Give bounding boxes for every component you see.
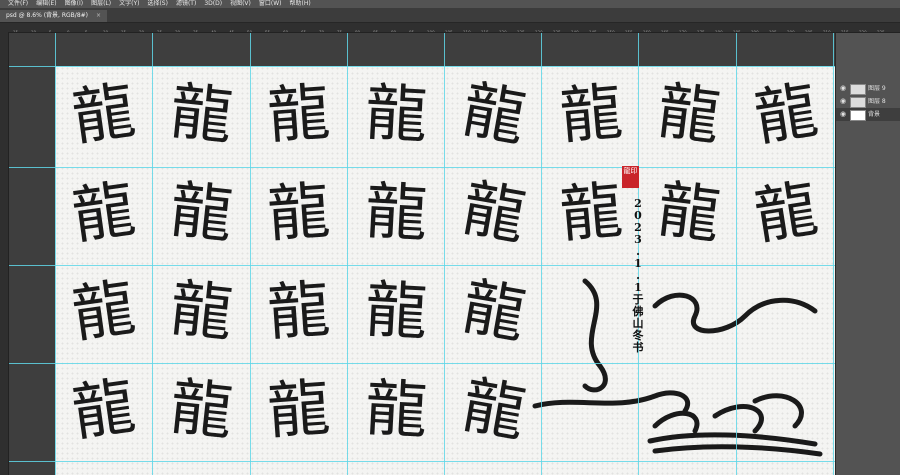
brush-stroke	[647, 432, 823, 457]
calligraphy-glyph: 龍	[265, 272, 332, 349]
menu-item[interactable]: 3D(D)	[204, 0, 222, 8]
brush-stroke	[652, 393, 804, 434]
menu-item[interactable]: 滤镜(T)	[176, 0, 196, 8]
calligraphy-glyph: 龍	[457, 171, 531, 254]
calligraphy-glyph: 龍	[557, 75, 625, 153]
vertical-guide[interactable]	[833, 33, 834, 475]
vertical-guide[interactable]	[736, 33, 737, 475]
horizontal-guide[interactable]	[9, 363, 835, 364]
close-icon[interactable]: ×	[96, 12, 101, 19]
calligraphy-glyph: 龍	[363, 174, 429, 250]
menu-item[interactable]: 文字(Y)	[119, 0, 139, 8]
vertical-guide[interactable]	[55, 33, 56, 475]
menu-item[interactable]: 帮助(H)	[290, 0, 311, 8]
calligraphy-glyph: 龍	[68, 73, 140, 154]
calligraphy-glyph: 龍	[457, 269, 531, 352]
calligraphy-glyph: 龍	[167, 173, 236, 252]
horizontal-guide[interactable]	[9, 461, 835, 462]
eye-icon[interactable]: ◉	[838, 82, 848, 95]
inscription-char: 书	[632, 341, 644, 354]
brush-stroke	[652, 292, 818, 334]
calligraphy-grid: 龍龍龍龍龍龍龍龍龍龍龍龍龍龍龍龍龍龍龍龍龍龍龍龍龍龍	[68, 72, 823, 457]
calligraphy-glyph: 龍	[68, 172, 140, 253]
menu-item[interactable]: 编辑(E)	[36, 0, 56, 8]
calligraphy-glyph: 龍	[167, 74, 236, 153]
calligraphy-glyph: 龍	[167, 271, 236, 350]
horizontal-guide[interactable]	[9, 66, 835, 67]
document-tab[interactable]: psd @ 8.6% (背景, RGB/8#) ×	[0, 10, 107, 22]
layer-name: 图层 9	[868, 85, 886, 92]
horizontal-ruler[interactable]: 15 10 5 0 5 10 15 20 25 30 35 40 45 50 55 60 65 70 75 80 85 9…	[0, 23, 900, 33]
menu-item[interactable]: 选择(S)	[147, 0, 168, 8]
vertical-guide[interactable]	[152, 33, 153, 475]
menu-item[interactable]: 文件(F)	[8, 0, 28, 8]
layer-row[interactable]: ◉ 图层 8	[836, 95, 900, 108]
layer-thumbnail	[850, 110, 866, 121]
horizontal-guide[interactable]	[9, 167, 835, 168]
red-seal: 龍印	[622, 166, 639, 188]
calligraphy-glyph: 龍	[68, 369, 140, 450]
vertical-guide[interactable]	[541, 33, 542, 475]
menu-bar: 文件(F) 编辑(E) 图像(I) 图层(L) 文字(Y) 选择(S) 滤镜(T) 3D(D)…	[0, 0, 900, 8]
calligraphy-glyph: 龍	[457, 368, 531, 451]
horizontal-guide[interactable]	[9, 265, 835, 266]
calligraphy-glyph: 龍	[557, 173, 625, 251]
calligraphy-glyph: 龍	[265, 174, 332, 251]
document-tab-title: psd @ 8.6% (背景, RGB/8#)	[6, 12, 89, 19]
menu-item[interactable]: 视图(V)	[230, 0, 251, 8]
calligraphy-glyph: 龍	[654, 172, 724, 252]
calligraphy-glyph: 龍	[363, 273, 429, 349]
vertical-guide[interactable]	[444, 33, 445, 475]
vertical-ruler[interactable]	[0, 32, 9, 475]
calligraphy-glyph: 龍	[265, 75, 332, 152]
seal-text: 龍印	[623, 167, 638, 175]
layer-row[interactable]: ◉ 图层 9	[836, 82, 900, 95]
calligraphy-glyph: 龍	[457, 72, 531, 155]
vertical-guide[interactable]	[347, 33, 348, 475]
layer-thumbnail	[850, 84, 866, 95]
calligraphy-glyph: 龍	[265, 371, 332, 448]
layers-panel: ◉ 图层 9 ◉ 图层 8 ◉ 背景	[835, 33, 900, 475]
calligraphy-glyph: 龍	[68, 270, 140, 351]
document-tab-bar: psd @ 8.6% (背景, RGB/8#) ×	[0, 8, 900, 23]
brush-stroke	[532, 390, 690, 414]
vertical-guide[interactable]	[250, 33, 251, 475]
layer-name: 背景	[868, 111, 881, 118]
layer-thumbnail	[850, 97, 866, 108]
layer-row[interactable]: ◉ 背景	[836, 108, 900, 121]
eye-icon[interactable]: ◉	[838, 95, 848, 108]
menu-item[interactable]: 图像(I)	[65, 0, 83, 8]
calligraphy-glyph: 龍	[363, 76, 429, 152]
eye-icon[interactable]: ◉	[838, 108, 848, 121]
calligraphy-glyph: 龍	[167, 370, 236, 449]
calligraphy-glyph: 龍	[654, 74, 724, 154]
brush-stroke	[582, 278, 608, 393]
calligraphy-glyph: 龍	[363, 371, 429, 447]
menu-item[interactable]: 窗口(W)	[259, 0, 282, 8]
layer-name: 图层 8	[868, 98, 886, 105]
calligraphy-glyph: 龍	[750, 73, 823, 155]
canvas[interactable]: 龍龍龍龍龍龍龍龍龍龍龍龍龍龍龍龍龍龍龍龍龍龍龍龍龍龍	[55, 66, 835, 475]
menu-item[interactable]: 图层(L)	[91, 0, 111, 8]
calligraphy-glyph: 龍	[750, 171, 823, 253]
